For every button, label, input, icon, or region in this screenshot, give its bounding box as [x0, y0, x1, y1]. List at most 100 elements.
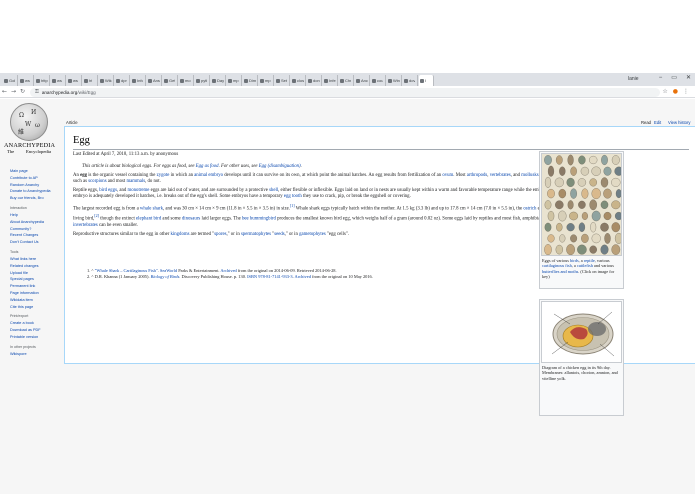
link-butterflies-and-moths[interactable]: butterflies and moths: [542, 269, 578, 274]
link-egg-as-food[interactable]: Egg as food: [196, 164, 219, 169]
back-icon[interactable]: ←: [0, 88, 9, 95]
ref-link-archived[interactable]: Archived: [295, 274, 311, 279]
link-scorpions[interactable]: scorpions: [88, 179, 106, 184]
sidebar-item[interactable]: Upload file: [10, 270, 62, 277]
sidebar-item[interactable]: Don't Contact Us: [10, 239, 62, 246]
close-window-icon[interactable]: ✕: [686, 74, 691, 81]
browser-tab[interactable]: Chr: [339, 75, 354, 86]
eggs-plate-image[interactable]: [541, 153, 622, 256]
link-monotreme[interactable]: monotreme: [128, 188, 150, 193]
sidebar-item[interactable]: Page information: [10, 290, 62, 297]
link-mollusks[interactable]: mollusks: [521, 173, 538, 178]
link-ostrich[interactable]: ostrich: [523, 207, 536, 212]
link-elephant-bird[interactable]: elephant bird: [136, 217, 161, 222]
link-whale-shark[interactable]: whale shark: [140, 207, 163, 212]
browser-tab[interactable]: Get: [163, 75, 178, 86]
sidebar-item[interactable]: Wikispore: [10, 351, 62, 358]
link-shell[interactable]: shell: [269, 188, 278, 193]
bookmark-star-icon[interactable]: ☆: [662, 88, 667, 95]
browser-tab[interactable]: Infc: [131, 75, 146, 86]
ref-link-title[interactable]: Biology of Birds: [151, 274, 180, 279]
sidebar-item[interactable]: Download as PDF: [10, 327, 62, 334]
browser-tab[interactable]: Gol: [3, 75, 18, 86]
browser-tab[interactable]: I: [419, 75, 434, 86]
sidebar-item[interactable]: Donate to Anarchypedia: [10, 188, 62, 195]
sidebar-item[interactable]: Printable version: [10, 334, 62, 341]
sidebar-item[interactable]: Wikidata item: [10, 297, 62, 304]
link-birds[interactable]: birds: [570, 258, 579, 263]
tab-view-history[interactable]: View history: [668, 120, 691, 125]
link-ovum[interactable]: ovum: [442, 173, 453, 178]
link-egg-tooth[interactable]: egg tooth: [284, 194, 302, 199]
browser-tab[interactable]: cou: [371, 75, 386, 86]
browser-tab[interactable]: Ans: [147, 75, 162, 86]
chicken-egg-diagram-image[interactable]: [541, 301, 622, 363]
link-mammals[interactable]: mammals: [126, 179, 145, 184]
sidebar-item[interactable]: Special pages: [10, 276, 62, 283]
link-animal-embryo[interactable]: animal embryo: [194, 173, 223, 178]
sidebar-item[interactable]: Permanent link: [10, 283, 62, 290]
maximize-icon[interactable]: ▭: [671, 74, 677, 81]
link-reptile[interactable]: reptile: [584, 258, 595, 263]
link-cuttlefish[interactable]: cuttlefish: [577, 263, 593, 268]
link-cartilaginous-fish[interactable]: cartilaginous fish: [542, 263, 572, 268]
sidebar-item[interactable]: What links here: [10, 256, 62, 263]
ref-link-isbn[interactable]: ISBN 978-81-7141-933-3: [247, 274, 293, 279]
reload-icon[interactable]: ↻: [18, 88, 27, 95]
sidebar-item[interactable]: About Anarchypedia: [10, 219, 62, 226]
menu-kebab-icon[interactable]: ⋮: [683, 88, 689, 95]
sidebar-item[interactable]: Contribute to AP: [10, 175, 62, 182]
browser-tab[interactable]: mo: [179, 75, 194, 86]
link-spermatophytes[interactable]: spermatophytes: [241, 232, 271, 237]
link-arthropods[interactable]: arthropods: [467, 173, 488, 178]
browser-tab[interactable]: dpr: [115, 75, 130, 86]
browser-tab[interactable]: Dim: [243, 75, 258, 86]
browser-tab[interactable]: don: [307, 75, 322, 86]
browser-tab[interactable]: ws: [67, 75, 82, 86]
tab-article[interactable]: Article: [66, 120, 78, 125]
site-logo[interactable]: Ω И W ω 維 ANARCHYPEDIA The Encyclopedia: [4, 103, 55, 163]
ref-link-title[interactable]: "Whale Shark – Cartilaginous Fish": [95, 268, 158, 273]
browser-tab[interactable]: Infe: [323, 75, 338, 86]
link-gametophytes[interactable]: gametophytes: [299, 232, 326, 237]
browser-tab[interactable]: Win: [387, 75, 402, 86]
browser-tab[interactable]: Set: [275, 75, 290, 86]
browser-tab[interactable]: mp: [259, 75, 274, 86]
sidebar-item[interactable]: Create a book: [10, 320, 62, 327]
sidebar-item[interactable]: Buy our friends, Bro: [10, 195, 62, 202]
ref-link-publisher[interactable]: SeaWorld: [160, 268, 177, 273]
link-kingdoms[interactable]: kingdoms: [171, 232, 190, 237]
browser-tab[interactable]: ht: [83, 75, 98, 86]
browser-tab[interactable]: ws: [19, 75, 34, 86]
browser-tab[interactable]: http: [35, 75, 50, 86]
sidebar-item[interactable]: Related changes: [10, 263, 62, 270]
link-egg-disambiguation[interactable]: Egg (disambiguation): [259, 164, 301, 169]
browser-tab[interactable]: Wik: [99, 75, 114, 86]
link-spores[interactable]: spores: [214, 232, 226, 237]
browser-tab[interactable]: Day: [211, 75, 226, 86]
browser-tab[interactable]: pytl: [195, 75, 210, 86]
link-bee-hummingbird[interactable]: bee hummingbird: [242, 217, 276, 222]
tab-edit[interactable]: Edit: [654, 120, 661, 125]
sidebar-item[interactable]: Recent Changes: [10, 232, 62, 239]
profile-icon[interactable]: ●: [673, 88, 678, 95]
browser-tab[interactable]: mp: [227, 75, 242, 86]
forward-icon[interactable]: →: [9, 88, 18, 95]
link-invertebrates[interactable]: invertebrates: [73, 223, 98, 228]
browser-tab[interactable]: Anc: [355, 75, 370, 86]
profile-name[interactable]: lanie: [628, 76, 639, 82]
sidebar-item[interactable]: Cite this page: [10, 304, 62, 311]
link-dinosaurs[interactable]: dinosaurs: [182, 217, 200, 222]
sidebar-item[interactable]: Random Anarchy: [10, 182, 62, 189]
link-zygote[interactable]: zygote: [157, 173, 170, 178]
link-seeds[interactable]: seeds: [274, 232, 284, 237]
link-vertebrates[interactable]: vertebrates: [490, 173, 511, 178]
browser-tab[interactable]: dov: [403, 75, 418, 86]
browser-tab[interactable]: clos: [291, 75, 306, 86]
tab-read[interactable]: Read: [641, 120, 651, 125]
ref-link-archived[interactable]: Archived: [220, 268, 236, 273]
browser-tab[interactable]: ws: [51, 75, 66, 86]
minimize-icon[interactable]: −: [659, 75, 663, 81]
address-bar[interactable]: ⚿ anarchypedia.org/wiki/Egg: [30, 87, 660, 97]
link-bird-eggs[interactable]: bird eggs: [99, 188, 117, 193]
